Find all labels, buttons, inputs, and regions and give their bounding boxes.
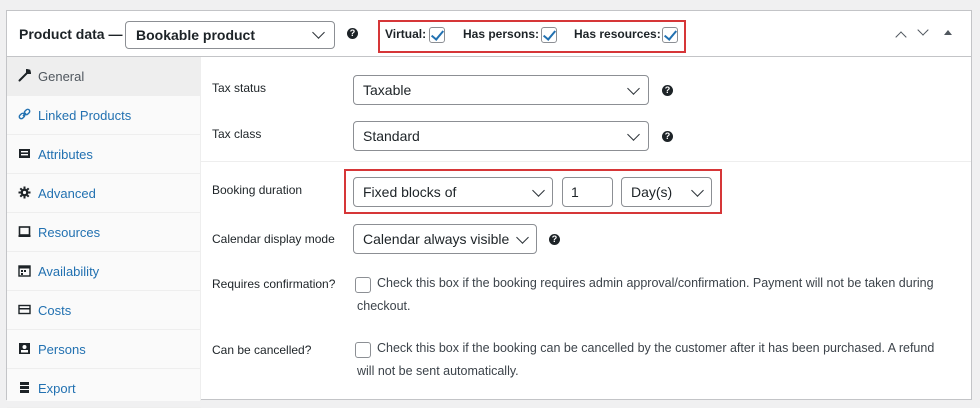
chevron-down-icon — [532, 184, 545, 197]
chevron-down-icon — [627, 128, 640, 141]
tab-costs[interactable]: Costs — [7, 291, 201, 330]
calendar-icon — [18, 264, 31, 277]
calendar-display-mode-select[interactable]: Calendar always visible — [353, 224, 537, 254]
chevron-down-icon — [312, 26, 325, 39]
chevron-down-icon — [627, 82, 640, 95]
tax-class-label: Tax class — [212, 127, 262, 141]
tax-class-value: Standard — [363, 128, 420, 144]
can-be-cancelled-description: Check this box if the booking can be can… — [357, 341, 935, 378]
booking-duration-amount-value: 1 — [571, 184, 579, 200]
has-resources-checkbox[interactable] — [662, 27, 678, 43]
product-type-select[interactable]: Bookable product — [125, 21, 335, 49]
tab-label: Attributes — [38, 147, 93, 162]
help-icon[interactable]: ? — [662, 131, 673, 142]
product-data-panel: Product data — Bookable product ? Virtua… — [6, 10, 972, 408]
tab-label: Availability — [38, 264, 100, 279]
booking-duration-unit-value: Day(s) — [631, 184, 673, 200]
tab-label: Advanced — [38, 186, 96, 201]
person-icon — [18, 342, 31, 355]
tab-persons[interactable]: Persons — [7, 330, 201, 369]
collapse-toggle-icon[interactable] — [944, 30, 952, 35]
tab-resources[interactable]: Resources — [7, 213, 201, 252]
booking-duration-amount-input[interactable]: 1 — [562, 177, 613, 207]
tab-label: Linked Products — [38, 108, 132, 123]
tab-advanced[interactable]: Advanced — [7, 174, 201, 213]
tab-availability[interactable]: Availability — [7, 252, 201, 291]
help-icon[interactable]: ? — [549, 234, 560, 245]
chevron-down-icon — [516, 231, 529, 244]
tab-general[interactable]: General — [7, 57, 201, 96]
tab-export[interactable]: Export — [7, 369, 201, 408]
requires-confirmation-description: Check this box if the booking requires a… — [357, 276, 934, 313]
booking-duration-type-value: Fixed blocks of — [363, 184, 457, 200]
booking-duration-label: Booking duration — [212, 183, 303, 197]
section-divider — [201, 161, 971, 162]
move-down-icon[interactable] — [917, 24, 929, 36]
chevron-down-icon — [691, 184, 704, 197]
help-icon[interactable]: ? — [662, 85, 673, 96]
box-icon — [18, 225, 31, 238]
tab-attributes[interactable]: Attributes — [7, 135, 201, 174]
calendar-display-mode-label: Calendar display mode — [212, 232, 335, 246]
virtual-checkbox[interactable] — [429, 27, 445, 43]
tab-label: Export — [38, 381, 76, 396]
requires-confirmation-label: Requires confirmation? — [212, 277, 336, 291]
has-resources-label: Has resources: — [574, 27, 661, 41]
card-icon — [18, 303, 31, 316]
calendar-display-mode-value: Calendar always visible — [363, 231, 510, 247]
wrench-icon — [18, 68, 32, 82]
tab-linked-products[interactable]: Linked Products — [7, 96, 201, 135]
panel-title: Product data — — [19, 26, 123, 42]
has-persons-label: Has persons: — [463, 27, 540, 41]
tab-label: General — [38, 69, 85, 84]
tax-status-label: Tax status — [212, 81, 267, 95]
tax-status-select[interactable]: Taxable — [353, 75, 649, 105]
panel-header: Product data — Bookable product ? Virtua… — [7, 11, 971, 57]
tab-label: Resources — [38, 225, 101, 240]
has-persons-checkbox[interactable] — [541, 27, 557, 43]
can-be-cancelled-label: Can be cancelled? — [212, 343, 312, 357]
product-type-value: Bookable product — [136, 27, 256, 43]
tax-status-value: Taxable — [363, 82, 412, 98]
virtual-label: Virtual: — [385, 27, 427, 41]
tab-label: Costs — [38, 303, 72, 318]
tax-class-select[interactable]: Standard — [353, 121, 649, 151]
gear-icon — [18, 186, 31, 199]
tab-label: Persons — [38, 342, 86, 357]
product-data-tabs: General Linked Products Attributes Advan… — [7, 57, 201, 408]
list-icon — [18, 147, 31, 160]
stack-icon — [18, 381, 31, 394]
link-icon — [18, 108, 31, 121]
booking-duration-unit-select[interactable]: Day(s) — [621, 177, 712, 207]
booking-duration-type-select[interactable]: Fixed blocks of — [353, 177, 553, 207]
help-icon[interactable]: ? — [347, 28, 358, 39]
move-up-icon[interactable] — [895, 31, 907, 43]
